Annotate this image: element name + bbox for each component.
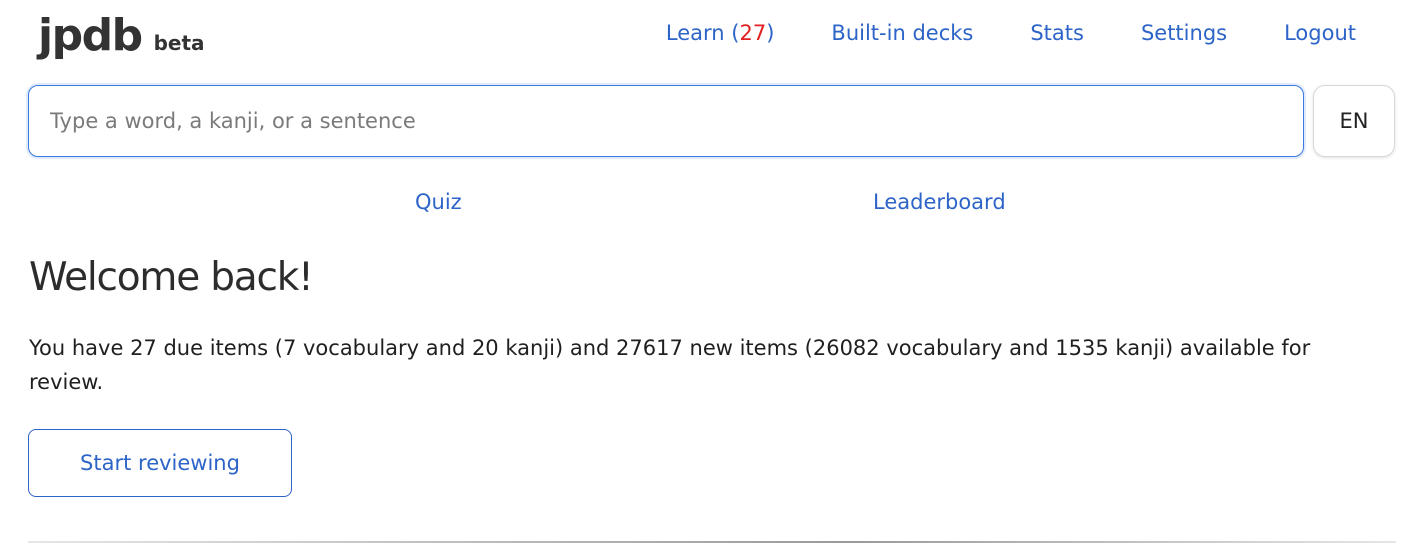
- search-input[interactable]: [28, 85, 1304, 157]
- nav-learn-paren-open: (: [724, 21, 740, 45]
- quiz-link[interactable]: Quiz: [415, 187, 462, 217]
- nav-stats-link[interactable]: Stats: [1030, 18, 1084, 48]
- nav-learn-paren-close: ): [766, 21, 775, 45]
- beta-badge: beta: [153, 31, 205, 55]
- site-logo[interactable]: jpdb beta: [38, 10, 205, 62]
- welcome-heading: Welcome back!: [29, 255, 314, 300]
- logo-text: jpdb: [38, 10, 143, 61]
- nav-learn-link[interactable]: Learn (27): [666, 18, 775, 48]
- top-nav: Learn (27) Built-in decks Stats Settings…: [666, 18, 1356, 48]
- start-reviewing-button[interactable]: Start reviewing: [28, 429, 292, 497]
- review-summary-text: You have 27 due items (7 vocabulary and …: [29, 336, 1311, 394]
- language-toggle-button[interactable]: EN: [1313, 85, 1395, 157]
- nav-learn-label: Learn: [665, 21, 725, 45]
- divider: [28, 541, 1396, 543]
- leaderboard-link[interactable]: Leaderboard: [873, 187, 1006, 217]
- nav-settings-link[interactable]: Settings: [1141, 18, 1227, 48]
- nav-logout-link[interactable]: Logout: [1284, 18, 1356, 48]
- due-count-badge: 27: [739, 21, 767, 45]
- nav-builtin-decks-link[interactable]: Built-in decks: [831, 18, 973, 48]
- page: jpdb beta Learn (27) Built-in decks Stat…: [0, 0, 1422, 547]
